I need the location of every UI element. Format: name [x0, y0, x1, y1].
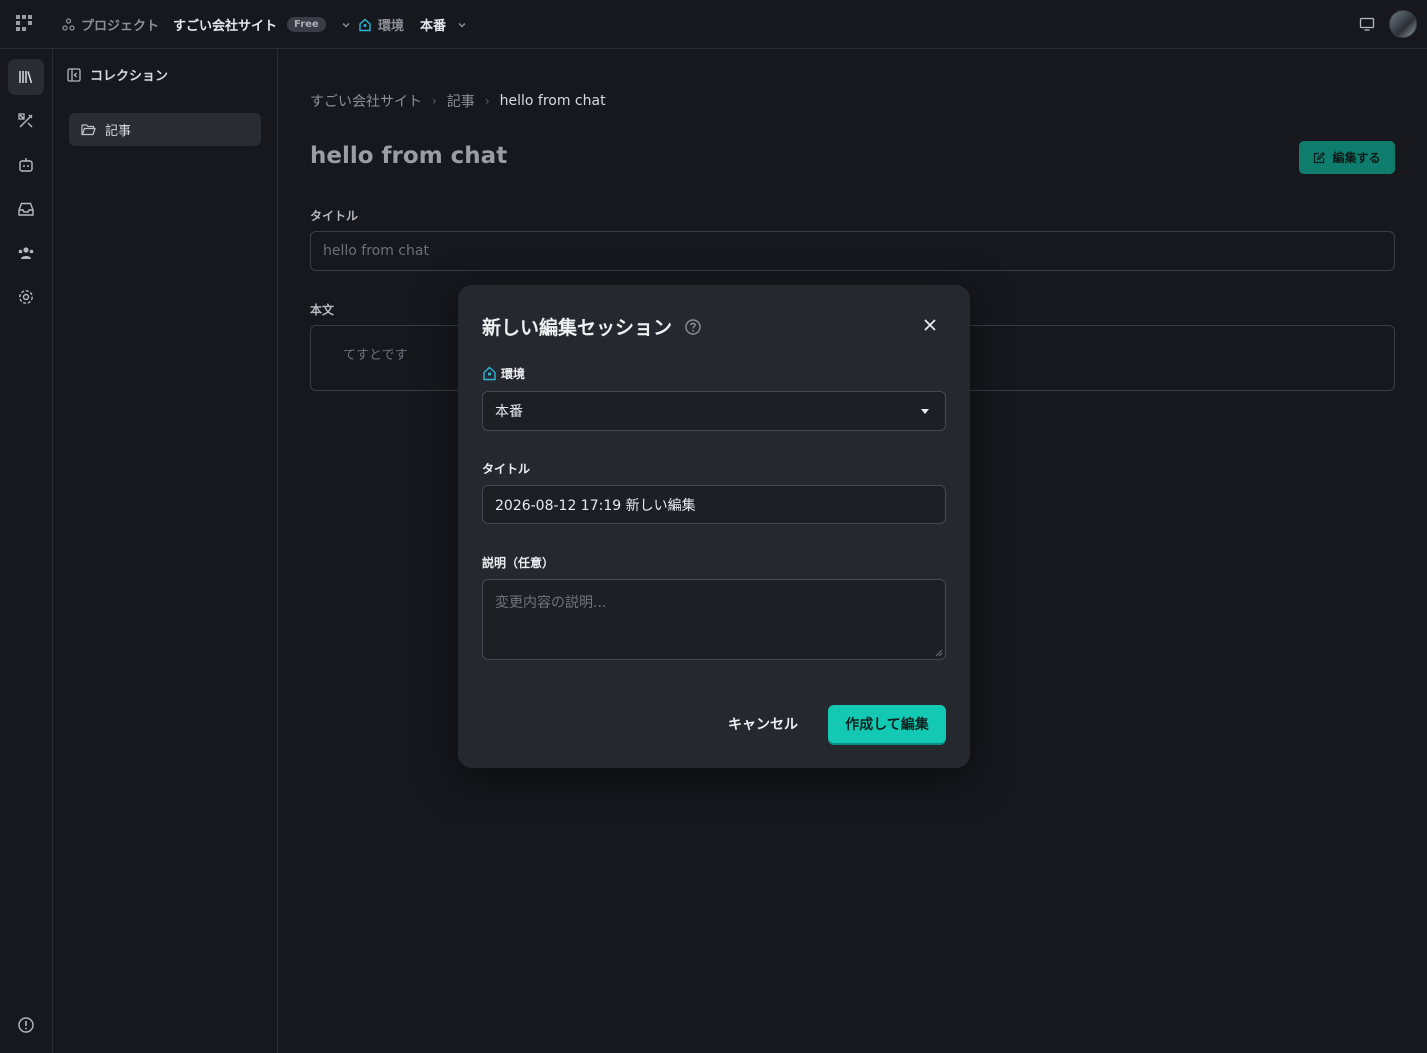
description-input-label: 説明（任意） — [482, 556, 555, 570]
description-placeholder: 変更内容の説明... — [495, 595, 607, 611]
create-and-edit-button[interactable]: 作成して編集 — [828, 705, 946, 743]
dialog-title: 新しい編集セッション — [482, 317, 673, 339]
description-textarea[interactable]: 変更内容の説明... — [482, 579, 946, 660]
resize-handle-icon[interactable] — [935, 649, 943, 657]
environment-icon — [483, 366, 496, 381]
environment-select[interactable]: 本番 — [482, 391, 946, 431]
env-field-label: 環境 — [482, 365, 525, 382]
env-label-text: 環境 — [501, 367, 526, 381]
close-button[interactable] — [920, 315, 940, 335]
help-icon[interactable] — [684, 318, 702, 336]
new-edit-session-dialog: 新しい編集セッション 環境 本番 タイトル 2026-08-12 17:19 新… — [458, 285, 970, 768]
dialog-title-row: 新しい編集セッション — [482, 313, 702, 340]
close-icon — [924, 319, 936, 331]
title-input-label: タイトル — [482, 462, 531, 476]
cancel-button[interactable]: キャンセル — [728, 705, 798, 743]
caret-down-icon — [921, 408, 929, 414]
environment-select-value: 本番 — [495, 404, 523, 420]
session-title-input[interactable]: 2026-08-12 17:19 新しい編集 — [482, 485, 946, 524]
